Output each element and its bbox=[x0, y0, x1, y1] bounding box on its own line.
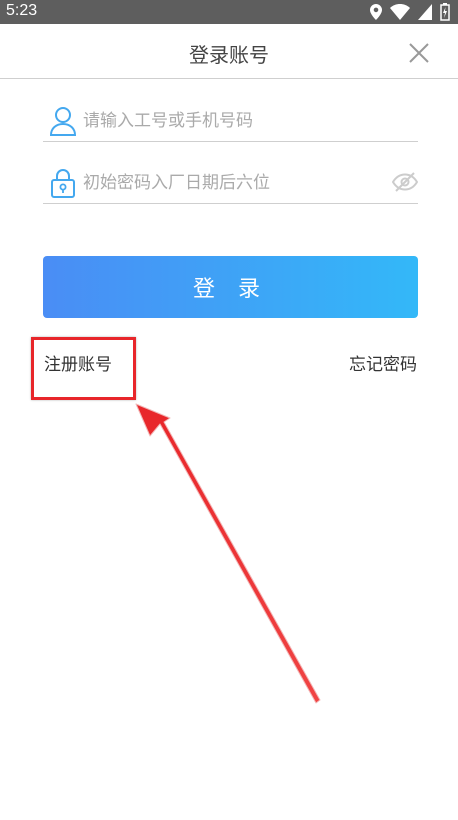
status-icons bbox=[370, 3, 450, 21]
header: 登录账号 bbox=[0, 24, 458, 79]
user-icon bbox=[49, 106, 77, 136]
page-title: 登录账号 bbox=[189, 43, 269, 67]
status-time: 5:23 bbox=[6, 2, 38, 19]
account-input[interactable] bbox=[83, 110, 363, 131]
forgot-password-link[interactable]: 忘记密码 bbox=[349, 350, 417, 375]
password-input[interactable] bbox=[83, 172, 363, 193]
status-bar: 5:23 bbox=[0, 0, 458, 24]
password-field bbox=[43, 162, 418, 204]
signal-icon bbox=[418, 4, 432, 20]
login-button[interactable]: 登 录 bbox=[43, 256, 418, 318]
close-icon[interactable] bbox=[408, 42, 430, 64]
location-icon bbox=[370, 4, 382, 20]
account-field bbox=[43, 100, 418, 142]
lock-icon bbox=[51, 168, 75, 198]
eye-off-icon[interactable] bbox=[392, 170, 418, 194]
register-link[interactable]: 注册账号 bbox=[44, 350, 112, 375]
battery-icon bbox=[440, 3, 450, 21]
wifi-icon bbox=[390, 4, 410, 20]
